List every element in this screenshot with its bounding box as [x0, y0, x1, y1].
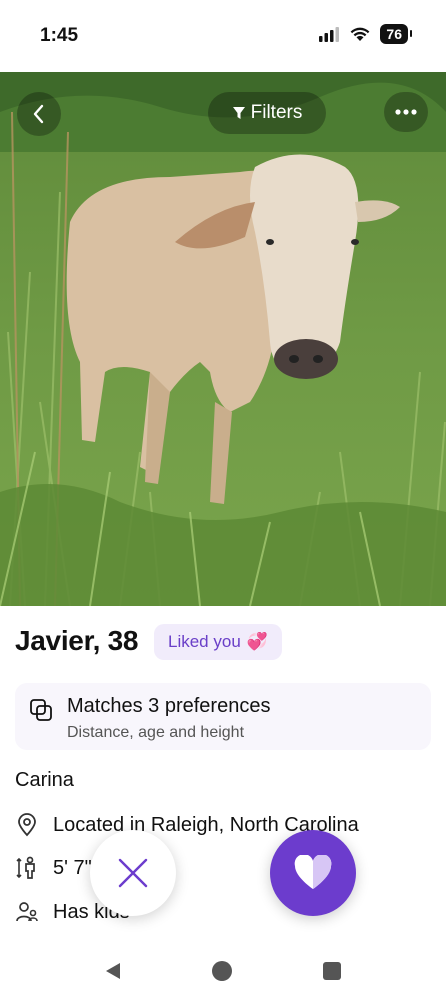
overlapping-squares-icon — [30, 699, 52, 721]
location-pin-icon — [18, 813, 36, 837]
filters-label: Filters — [250, 102, 303, 123]
nav-recents-icon[interactable] — [323, 962, 341, 980]
profile-photo[interactable] — [0, 72, 446, 606]
battery-icon: 76 — [380, 24, 412, 44]
liked-you-label: Liked you — [168, 632, 241, 651]
filters-button[interactable]: Filters — [208, 92, 326, 134]
height-icon — [16, 856, 35, 879]
more-options-button[interactable] — [384, 92, 428, 132]
liked-you-badge: Liked you 💞 — [154, 624, 282, 660]
profile-name-age: Javier, 38 — [15, 625, 139, 656]
nav-home-icon[interactable] — [212, 961, 232, 981]
more-horizontal-icon — [395, 109, 417, 115]
system-nav-bar — [0, 940, 446, 1000]
info-row-height: 5' 7" — [15, 856, 92, 880]
pass-button[interactable] — [90, 830, 176, 916]
profile-location-label: Carina — [15, 769, 74, 791]
status-icons: 76 — [318, 24, 412, 44]
nav-back-icon[interactable] — [104, 962, 122, 980]
kids-icon — [16, 902, 38, 922]
heart-icon — [294, 855, 332, 889]
chevron-left-icon — [33, 104, 44, 124]
close-icon — [118, 858, 148, 888]
back-button[interactable] — [17, 92, 61, 136]
info-height-text: 5' 7" — [53, 856, 92, 879]
status-bar: 1:45 76 — [0, 0, 446, 72]
signal-icon — [319, 27, 340, 42]
status-time: 1:45 — [40, 25, 79, 46]
match-subtitle: Distance, age and height — [67, 724, 245, 741]
wifi-icon — [351, 27, 370, 41]
match-title: Matches 3 preferences — [67, 695, 271, 717]
filter-icon — [232, 107, 245, 119]
two-hearts-icon: 💞 — [246, 632, 268, 651]
like-button[interactable] — [270, 830, 356, 916]
match-preferences-card[interactable]: Matches 3 preferences Distance, age and … — [15, 683, 431, 750]
